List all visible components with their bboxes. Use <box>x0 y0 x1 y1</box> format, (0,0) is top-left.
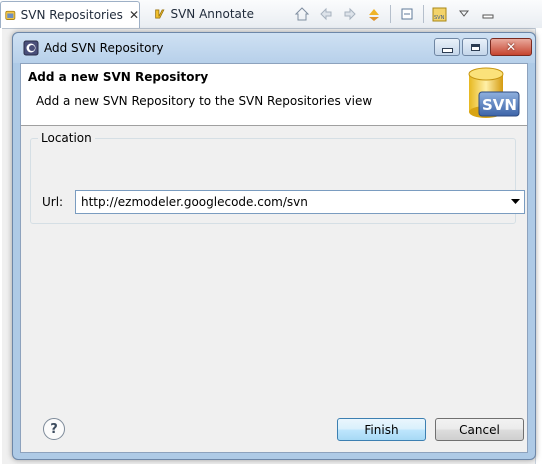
wizard-title: Add a new SVN Repository <box>28 70 209 84</box>
dialog-title: Add SVN Repository <box>44 41 164 55</box>
home-icon[interactable] <box>292 4 312 24</box>
maximize-icon <box>470 43 480 51</box>
new-repository-icon[interactable]: SVN <box>430 4 450 24</box>
tab-label: SVN Repositories <box>20 8 123 22</box>
maximize-button[interactable] <box>462 38 488 56</box>
collapse-icon[interactable] <box>397 4 417 24</box>
tab-svn-repositories[interactable]: SVN Repositories ✕ <box>0 1 140 28</box>
svn-database-icon: SVN <box>468 67 520 118</box>
svn-repository-icon <box>5 10 16 20</box>
minimize-view-icon[interactable] <box>478 4 498 24</box>
tab-svn-annotate[interactable]: SVN Annotate <box>150 1 254 27</box>
location-group-label: Location <box>38 131 95 145</box>
banner-text: SVN <box>482 96 517 114</box>
cancel-button[interactable]: Cancel <box>435 418 524 441</box>
url-input[interactable]: http://ezmodeler.googlecode.com/svn <box>76 195 506 209</box>
close-icon[interactable]: ✕ <box>129 8 139 22</box>
refresh-icon[interactable] <box>364 4 384 24</box>
toolbar-separator <box>423 5 424 23</box>
close-icon: ✕ <box>505 40 517 54</box>
view-tab-bar: SVN Repositories ✕ SVN Annotate SVN <box>0 0 542 29</box>
dialog-client-area: Add a new SVN Repository Add a new SVN R… <box>20 63 528 453</box>
close-button[interactable]: ✕ <box>490 38 532 56</box>
toolbar-separator <box>390 5 391 23</box>
dialog-titlebar[interactable]: Add SVN Repository ✕ <box>13 33 535 63</box>
view-left-edge <box>0 28 2 464</box>
back-arrow-icon[interactable] <box>316 4 336 24</box>
help-icon[interactable]: ? <box>43 418 65 440</box>
view-right-edge <box>535 28 542 464</box>
url-combobox[interactable]: http://ezmodeler.googlecode.com/svn <box>75 190 525 214</box>
wizard-header: Add a new SVN Repository Add a new SVN R… <box>21 64 527 126</box>
annotate-icon <box>155 9 165 19</box>
add-svn-repository-dialog: Add SVN Repository ✕ Add a new SVN Repos… <box>12 32 536 460</box>
chevron-down-icon[interactable] <box>506 191 524 213</box>
forward-arrow-icon[interactable] <box>340 4 360 24</box>
view-menu-icon[interactable] <box>454 4 474 24</box>
eclipse-icon <box>23 40 39 56</box>
view-toolbar: SVN <box>292 3 502 25</box>
svg-text:SVN: SVN <box>434 15 445 21</box>
minimize-button[interactable] <box>434 38 460 56</box>
url-label: Url: <box>42 195 64 209</box>
wizard-description: Add a new SVN Repository to the SVN Repo… <box>36 94 373 108</box>
minimize-icon <box>441 47 453 53</box>
tab-label: SVN Annotate <box>170 7 254 21</box>
finish-button[interactable]: Finish <box>337 418 426 441</box>
